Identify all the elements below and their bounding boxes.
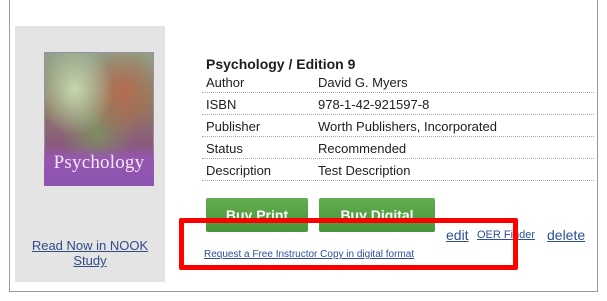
publisher-label: Publisher (206, 119, 261, 134)
publisher-value: Worth Publishers, Incorporated (318, 119, 497, 134)
book-cover: Psychology (44, 52, 154, 186)
isbn-label: ISBN (206, 97, 237, 112)
status-row: Status Recommended (202, 137, 594, 159)
book-details: Author David G. Myers ISBN 978-1-42-9215… (202, 71, 594, 181)
status-value: Recommended (318, 141, 407, 156)
author-label: Author (206, 75, 245, 90)
book-cover-title: Psychology (53, 152, 145, 173)
isbn-value: 978-1-42-921597-8 (318, 97, 430, 112)
description-value: Test Description (318, 163, 411, 178)
isbn-row: ISBN 978-1-42-921597-8 (202, 93, 594, 115)
book-title: Psychology / Edition 9 (206, 56, 356, 72)
highlight-box (179, 218, 518, 270)
description-label: Description (206, 163, 272, 178)
author-row: Author David G. Myers (202, 71, 594, 93)
author-value: David G. Myers (318, 75, 408, 90)
read-now-nook-study-link[interactable]: Read Now in NOOK Study (30, 238, 150, 268)
status-label: Status (206, 141, 243, 156)
publisher-row: Publisher Worth Publishers, Incorporated (202, 115, 594, 137)
delete-link[interactable]: delete (547, 227, 585, 243)
description-row: Description Test Description (202, 159, 594, 181)
